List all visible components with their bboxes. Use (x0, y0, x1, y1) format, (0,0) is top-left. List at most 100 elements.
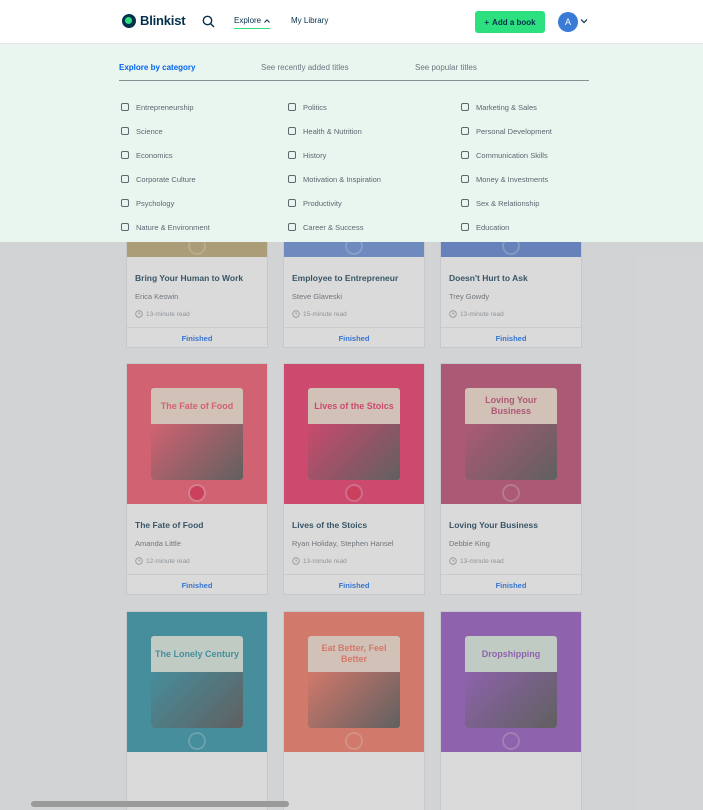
clock-icon (135, 557, 143, 565)
read-time-label: 15-minute read (303, 310, 347, 318)
category-item[interactable]: Health & Nutrition (287, 119, 381, 143)
book-cover[interactable]: The Fate of Food (127, 364, 267, 504)
cover-art: Eat Better, Feel Better (308, 636, 400, 728)
read-time-label: 13-minute read (460, 557, 504, 565)
book-title[interactable]: Lives of the Stoics (292, 520, 367, 530)
finished-status[interactable]: Finished (284, 574, 424, 596)
category-item[interactable]: Entrepreneurship (120, 95, 210, 119)
category-item[interactable]: Marketing & Sales (460, 95, 552, 119)
category-item[interactable]: Corporate Culture (120, 167, 210, 191)
category-label: Personal Development (476, 126, 552, 136)
read-time-label: 12-minute read (146, 557, 190, 565)
cover-art: Lives of the Stoics (308, 388, 400, 480)
book-title[interactable]: Employee to Entrepreneur (292, 273, 398, 283)
category-item[interactable]: Science (120, 119, 210, 143)
category-label: Entrepreneurship (136, 102, 194, 112)
finished-status[interactable]: Finished (441, 574, 581, 596)
book-cover[interactable]: Lives of the Stoics (284, 364, 424, 504)
blinkist-badge-icon (504, 734, 518, 748)
book-title[interactable]: The Fate of Food (135, 520, 203, 530)
category-item[interactable]: Productivity (287, 191, 381, 215)
category-item[interactable]: Psychology (120, 191, 210, 215)
finished-status[interactable]: Finished (127, 327, 267, 349)
finished-status[interactable]: Finished (441, 327, 581, 349)
book-title[interactable]: Bring Your Human to Work (135, 273, 243, 283)
building-icon (288, 103, 296, 111)
category-item[interactable]: Motivation & Inspiration (287, 167, 381, 191)
read-time: 12-minute read (135, 557, 190, 565)
book-cover[interactable]: The Lonely Century (127, 612, 267, 752)
book-title[interactable]: Doesn't Hurt to Ask (449, 273, 528, 283)
category-item[interactable]: Sex & Relationship (460, 191, 552, 215)
bar-chart-icon (461, 127, 469, 135)
category-label: Education (476, 222, 510, 232)
category-item[interactable]: Politics (287, 95, 381, 119)
category-item[interactable]: Education (460, 215, 552, 239)
category-label: Motivation & Inspiration (303, 174, 381, 184)
read-time: 13-minute read (449, 310, 504, 318)
rocket-icon (121, 103, 129, 111)
search-icon[interactable] (202, 15, 215, 28)
category-item[interactable]: Communication Skills (460, 143, 552, 167)
book-cover[interactable]: Loving Your Business (441, 364, 581, 504)
read-time: 13-minute read (135, 310, 190, 318)
cover-title: The Lonely Century (154, 648, 239, 659)
brain-icon (121, 199, 129, 207)
book-card[interactable]: The Fate of Food The Fate of Food Amanda… (126, 363, 268, 595)
avatar[interactable]: A (558, 12, 578, 32)
cover-art: Loving Your Business (465, 388, 557, 480)
book-author: Steve Glaveski (292, 292, 343, 301)
category-item[interactable]: History (287, 143, 381, 167)
read-time: 15-minute read (292, 310, 347, 318)
nav-explore[interactable]: Explore (234, 16, 271, 29)
nav-explore-label: Explore (234, 16, 262, 25)
cover-photo (151, 424, 243, 480)
book-card[interactable]: Loving Your Business Loving Your Busines… (440, 363, 582, 595)
book-card[interactable]: The Lonely Century (126, 611, 268, 810)
book-author: Ryan Holiday, Stephen Hansel (292, 539, 394, 548)
category-item[interactable]: Nature & Environment (120, 215, 210, 239)
category-label: Politics (303, 102, 327, 112)
add-book-label: Add a book (492, 17, 536, 27)
book-cover[interactable]: Dropshipping (441, 612, 581, 752)
category-column-1: Entrepreneurship Science Economics Corporat… (120, 95, 210, 239)
category-item[interactable]: Personal Development (460, 119, 552, 143)
tab-recently-added[interactable]: See recently added titles (261, 63, 349, 72)
blinkist-badge-icon (347, 486, 361, 500)
finished-status[interactable]: Finished (127, 574, 267, 596)
finished-status[interactable]: Finished (284, 327, 424, 349)
heart-pulse-icon (288, 127, 296, 135)
add-book-button[interactable]: + Add a book (475, 11, 545, 33)
category-item[interactable]: Money & Investments (460, 167, 552, 191)
book-cover[interactable]: Eat Better, Feel Better (284, 612, 424, 752)
cover-title: Lives of the Stoics (314, 400, 394, 411)
book-card[interactable]: Dropshipping (440, 611, 582, 810)
book-title[interactable]: Loving Your Business (449, 520, 538, 530)
cover-photo (308, 424, 400, 480)
category-item[interactable]: Career & Success (287, 215, 381, 239)
book-card[interactable]: Eat Better, Feel Better (283, 611, 425, 810)
nav-my-library[interactable]: My Library (291, 16, 328, 25)
category-label: Sex & Relationship (476, 198, 540, 208)
cover-photo (151, 672, 243, 728)
category-column-2: Politics Health & Nutrition History Motivat… (287, 95, 381, 239)
horizontal-scrollbar[interactable] (31, 801, 289, 807)
lightbulb-icon (288, 175, 296, 183)
graduation-icon (461, 223, 469, 231)
blinkist-logo[interactable]: Blinkist (122, 13, 186, 28)
target-icon (288, 223, 296, 231)
cover-photo (308, 672, 400, 728)
book-author: Amanda Little (135, 539, 181, 548)
category-label: History (303, 150, 327, 160)
category-label: Communication Skills (476, 150, 548, 160)
blinkist-badge-icon (347, 734, 361, 748)
category-label: Economics (136, 150, 173, 160)
tab-popular-titles[interactable]: See popular titles (415, 63, 477, 72)
tab-explore-by-category[interactable]: Explore by category (119, 63, 195, 72)
book-card[interactable]: Lives of the Stoics Lives of the Stoics … (283, 363, 425, 595)
dropdown-tabs: Explore by category See recently added t… (119, 58, 589, 81)
category-item[interactable]: Economics (120, 143, 210, 167)
chevron-down-icon[interactable] (580, 17, 588, 25)
read-time: 13-minute read (449, 557, 504, 565)
category-label: Corporate Culture (136, 174, 196, 184)
